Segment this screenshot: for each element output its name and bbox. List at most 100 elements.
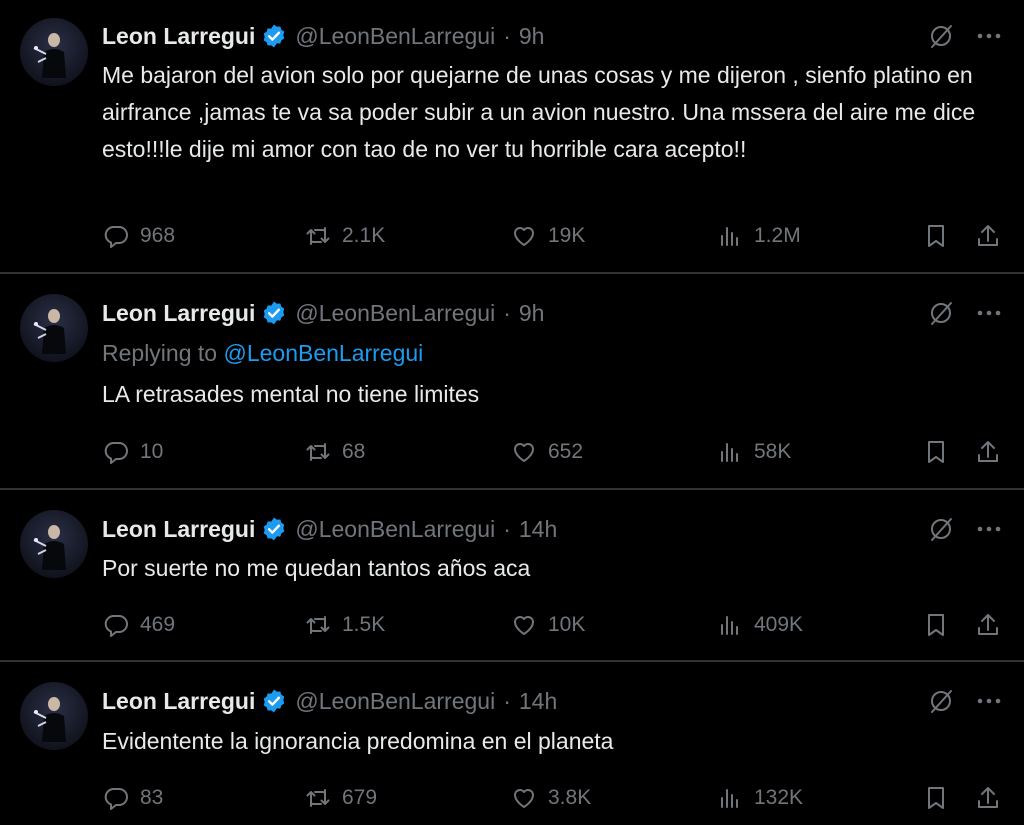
heart-icon: [514, 789, 534, 808]
timestamp[interactable]: 9h: [519, 23, 545, 50]
timestamp[interactable]: 9h: [519, 300, 545, 327]
avatar[interactable]: [20, 18, 88, 86]
tweet-text: Me bajaron del avion solo por quejarne d…: [102, 62, 976, 162]
reply-icon: [104, 615, 128, 637]
like-count: 10K: [548, 613, 586, 636]
tweet-feed: Leon Larregui @LeonBenLarregui · 9h Me b…: [0, 0, 1024, 825]
reply-icon: [104, 442, 128, 464]
timestamp[interactable]: 14h: [519, 516, 557, 543]
share-icon: [978, 614, 998, 635]
more-options-icon[interactable]: [974, 686, 1004, 716]
tweet-top-actions: [926, 21, 1004, 51]
share-icon: [978, 787, 998, 808]
tweet[interactable]: Leon Larregui @LeonBenLarregui · 14h Por…: [0, 490, 1024, 660]
grok-icon[interactable]: [926, 21, 956, 51]
handle[interactable]: @LeonBenLarregui: [295, 23, 495, 50]
views-count: 409K: [754, 613, 804, 636]
tweet-text: LA retrasades mental no tiene limites: [102, 381, 480, 407]
tweet-actions: 968 2.1K 19K 1.2M: [102, 221, 1002, 251]
reply-button[interactable]: 10: [102, 437, 163, 467]
bookmark-button[interactable]: [922, 783, 950, 813]
more-options-icon[interactable]: [974, 21, 1004, 51]
tweet[interactable]: Leon Larregui @LeonBenLarregui · 9h Me b…: [0, 0, 1024, 272]
tweet[interactable]: Leon Larregui @LeonBenLarregui · 14h Evi…: [0, 662, 1024, 825]
retweet-count: 1.5K: [342, 613, 386, 636]
retweet-button[interactable]: 68: [304, 437, 365, 467]
share-button[interactable]: [974, 783, 1002, 813]
verified-badge-icon: [264, 517, 285, 541]
bookmark-button[interactable]: [922, 221, 950, 251]
avatar[interactable]: [20, 682, 88, 750]
grok-icon[interactable]: [926, 298, 956, 328]
verified-badge-icon: [264, 301, 285, 325]
retweet-button[interactable]: 679: [304, 783, 377, 813]
tweet-actions: 469 1.5K 10K 409K: [102, 610, 1002, 640]
display-name[interactable]: Leon Larregui: [102, 688, 255, 715]
share-button[interactable]: [974, 221, 1002, 251]
handle[interactable]: @LeonBenLarregui: [295, 516, 495, 543]
replying-to: Replying to @LeonBenLarregui: [102, 340, 423, 367]
reply-button[interactable]: 469: [102, 610, 175, 640]
verified-badge-icon: [264, 24, 285, 48]
views-count: 58K: [754, 440, 792, 463]
reply-button[interactable]: 83: [102, 783, 163, 813]
views-button[interactable]: 58K: [716, 437, 791, 467]
views-icon: [721, 443, 738, 462]
like-count: 19K: [548, 224, 586, 247]
views-count: 132K: [754, 786, 804, 809]
handle[interactable]: @LeonBenLarregui: [295, 300, 495, 327]
display-name[interactable]: Leon Larregui: [102, 23, 255, 50]
more-options-icon[interactable]: [974, 514, 1004, 544]
heart-icon: [514, 616, 534, 635]
retweet-icon: [306, 227, 330, 245]
tweet-top-actions: [926, 298, 1004, 328]
handle[interactable]: @LeonBenLarregui: [295, 688, 495, 715]
tweet-header: Leon Larregui @LeonBenLarregui · 9h: [102, 21, 544, 51]
like-button[interactable]: 3.8K: [510, 783, 591, 813]
bookmark-button[interactable]: [922, 437, 950, 467]
tweet-header: Leon Larregui @LeonBenLarregui · 9h: [102, 298, 544, 328]
replying-to-mention[interactable]: @LeonBenLarregui: [223, 340, 423, 366]
grok-icon[interactable]: [926, 514, 956, 544]
bookmark-button[interactable]: [922, 610, 950, 640]
reply-count: 83: [140, 786, 164, 809]
retweet-button[interactable]: 1.5K: [304, 610, 385, 640]
like-button[interactable]: 19K: [510, 221, 585, 251]
separator-dot: ·: [503, 515, 511, 542]
avatar[interactable]: [20, 294, 88, 362]
retweet-icon: [306, 443, 330, 461]
views-count: 1.2M: [754, 224, 801, 247]
bookmark-icon: [928, 787, 944, 809]
retweet-icon: [306, 789, 330, 807]
retweet-count: 68: [342, 440, 366, 463]
reply-count: 469: [140, 613, 176, 636]
display-name[interactable]: Leon Larregui: [102, 300, 255, 327]
separator-dot: ·: [503, 22, 511, 49]
timestamp[interactable]: 14h: [519, 688, 557, 715]
more-options-icon[interactable]: [974, 298, 1004, 328]
tweet-header: Leon Larregui @LeonBenLarregui · 14h: [102, 514, 557, 544]
share-button[interactable]: [974, 610, 1002, 640]
bookmark-icon: [928, 441, 944, 463]
views-icon: [721, 227, 738, 246]
reply-button[interactable]: 968: [102, 221, 175, 251]
views-icon: [721, 789, 738, 808]
heart-icon: [514, 227, 534, 246]
views-button[interactable]: 409K: [716, 610, 803, 640]
avatar[interactable]: [20, 510, 88, 578]
display-name[interactable]: Leon Larregui: [102, 516, 255, 543]
like-button[interactable]: 652: [510, 437, 583, 467]
tweet[interactable]: Leon Larregui @LeonBenLarregui · 9h Repl…: [0, 274, 1024, 488]
separator-dot: ·: [503, 687, 511, 714]
share-icon: [978, 441, 998, 462]
retweet-button[interactable]: 2.1K: [304, 221, 385, 251]
tweet-top-actions: [926, 686, 1004, 716]
retweet-count: 2.1K: [342, 224, 386, 247]
share-button[interactable]: [974, 437, 1002, 467]
views-button[interactable]: 1.2M: [716, 221, 801, 251]
like-button[interactable]: 10K: [510, 610, 585, 640]
views-button[interactable]: 132K: [716, 783, 803, 813]
tweet-text: Por suerte no me quedan tantos años aca: [102, 555, 531, 581]
grok-icon[interactable]: [926, 686, 956, 716]
separator-dot: ·: [503, 299, 511, 326]
